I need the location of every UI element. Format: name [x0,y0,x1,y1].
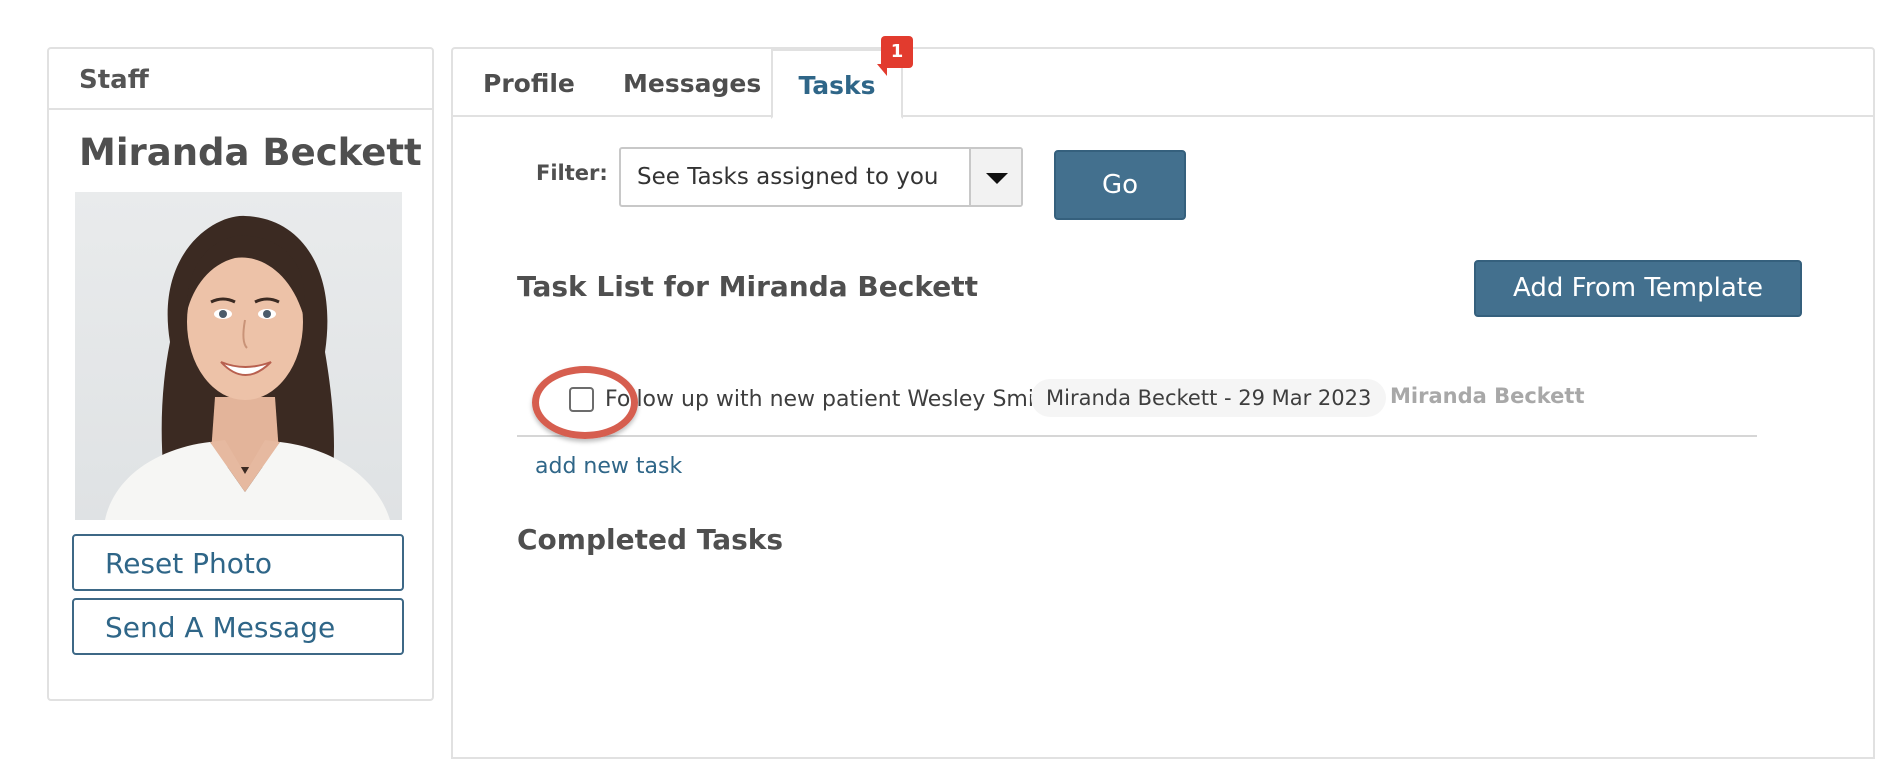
filter-dropdown[interactable]: See Tasks assigned to you [619,147,1023,207]
tab-messages[interactable]: Messages [623,49,761,117]
staff-portrait-image [75,192,402,520]
tab-profile[interactable]: Profile [483,49,575,117]
completed-tasks-title: Completed Tasks [517,523,784,556]
staff-panel: Staff Miranda Beckett Reset Photo Send A… [47,47,434,701]
filter-selected-value: See Tasks assigned to you [637,164,939,190]
task-row: Follow up with new patient Wesley Smith … [517,366,1757,439]
send-message-button[interactable]: Send A Message [72,598,404,655]
task-description[interactable]: Follow up with new patient Wesley Smith [605,387,1057,412]
add-from-template-button[interactable]: Add From Template [1474,260,1802,317]
staff-panel-header: Staff [49,49,432,110]
staff-name: Miranda Beckett [79,131,422,174]
task-created-meta: Miranda Beckett - 29 Mar 2023 [1031,379,1387,417]
staff-photo [75,192,402,520]
add-new-task-link[interactable]: add new task [535,454,682,479]
go-button[interactable]: Go [1054,150,1186,220]
dropdown-arrow-icon[interactable] [969,149,1021,205]
task-list-title: Task List for Miranda Beckett [517,270,978,303]
task-complete-checkbox[interactable] [569,387,594,412]
main-panel: Profile Messages Tasks 1 Filter: See Tas… [451,36,1875,759]
task-assignee: Miranda Beckett [1390,384,1585,408]
tasks-count-badge: 1 [877,36,913,76]
reset-photo-button[interactable]: Reset Photo [72,534,404,591]
filter-label: Filter: [536,161,608,185]
